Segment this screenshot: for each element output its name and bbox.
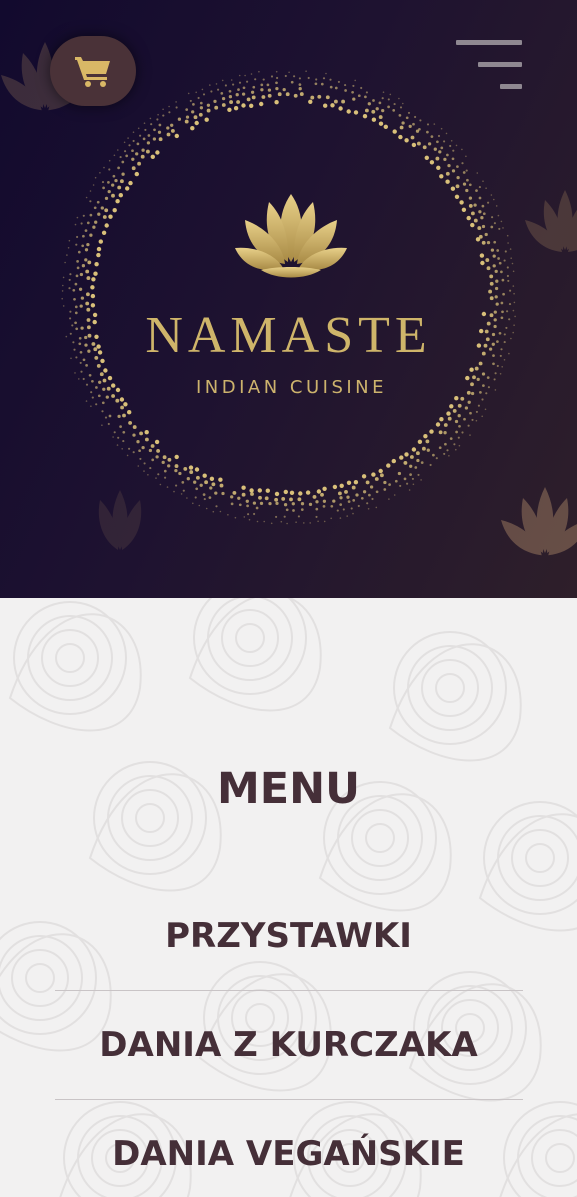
category-dania-veganskie[interactable]: DANIA VEGAŃSKIE bbox=[0, 1134, 577, 1174]
brand-tagline: INDIAN CUISINE bbox=[0, 377, 577, 398]
divider bbox=[55, 1099, 523, 1100]
menu-line bbox=[500, 84, 522, 89]
menu-line bbox=[478, 62, 522, 67]
hero-banner: NAMASTE INDIAN CUISINE bbox=[0, 0, 577, 598]
menu-section: MENU PRZYSTAWKI DANIA Z KURCZAKA DANIA V… bbox=[0, 598, 577, 1197]
brand-name: NAMASTE bbox=[0, 306, 577, 365]
menu-heading: MENU bbox=[0, 764, 577, 814]
lotus-icon bbox=[235, 194, 347, 278]
menu-line bbox=[456, 40, 522, 45]
category-dania-z-kurczaka[interactable]: DANIA Z KURCZAKA bbox=[0, 1025, 577, 1065]
cart-button[interactable] bbox=[50, 36, 136, 106]
category-przystawki[interactable]: PRZYSTAWKI bbox=[0, 916, 577, 956]
shopping-cart-icon bbox=[74, 54, 112, 88]
hamburger-menu-button[interactable] bbox=[452, 38, 526, 94]
divider bbox=[55, 990, 523, 991]
paisley-background-pattern bbox=[0, 598, 577, 1197]
